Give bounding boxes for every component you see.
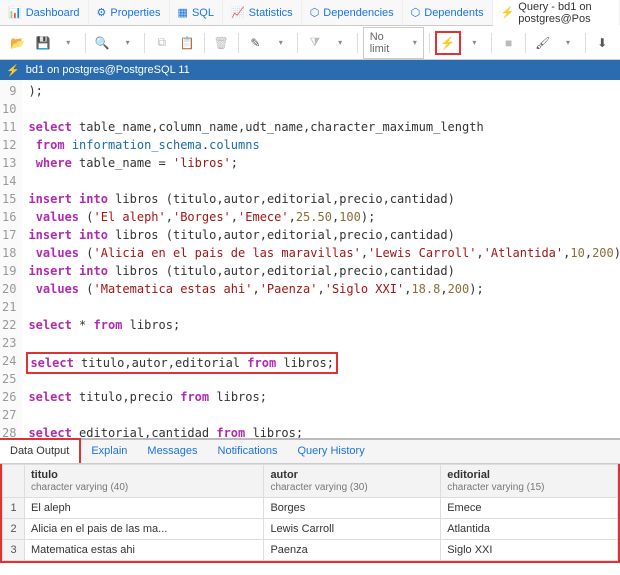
nav-tabs: 📊Dashboard⚙Properties▦SQL📈Statistics⬡Dep… — [0, 0, 620, 26]
tab-label: Properties — [110, 7, 160, 19]
cell[interactable]: Matematica estas ahi — [25, 540, 264, 561]
tab-label: SQL — [192, 7, 214, 19]
table-row[interactable]: 2Alicia en el pais de las ma...Lewis Car… — [3, 519, 618, 540]
tab-icon: ⚙ — [97, 6, 107, 19]
nav-tab-dependencies[interactable]: ⬡Dependencies — [302, 0, 403, 25]
output-panel-tabs: Data OutputExplainMessagesNotificationsQ… — [0, 438, 620, 464]
search-dropdown-icon[interactable]: ▾ — [116, 31, 139, 55]
execute-icon[interactable]: ⚡ — [437, 33, 459, 53]
nav-tab-properties[interactable]: ⚙Properties — [89, 0, 170, 25]
cell[interactable]: Borges — [264, 498, 441, 519]
table-row[interactable]: 1El alephBorgesEmece — [3, 498, 618, 519]
cell[interactable]: Atlantida — [441, 519, 618, 540]
col-header-titulo[interactable]: titulocharacter varying (40) — [25, 465, 264, 498]
table-row[interactable]: 3Matematica estas ahiPaenzaSiglo XXI — [3, 540, 618, 561]
tab-icon: ⚡ — [501, 6, 515, 19]
tab-icon: ⬡ — [310, 6, 320, 19]
trash-icon[interactable]: 🗑 — [210, 31, 233, 55]
row-number: 3 — [3, 540, 25, 561]
sql-editor[interactable]: 910111213141516171819202122232425262728 … — [0, 80, 620, 438]
edit-dropdown-icon[interactable]: ▾ — [269, 31, 292, 55]
tab-icon: 📈 — [231, 6, 245, 19]
connection-icon: ⚡ — [6, 64, 20, 77]
filter-icon[interactable]: ⧩ — [303, 31, 326, 55]
cell[interactable]: Alicia en el pais de las ma... — [25, 519, 264, 540]
nav-tab-dependents[interactable]: ⬡Dependents — [403, 0, 493, 25]
open-icon[interactable]: 📂 — [6, 31, 29, 55]
nav-tab-query[interactable]: ⚡Query - bd1 on postgres@Pos — [493, 0, 620, 26]
nav-tab-dashboard[interactable]: 📊 Dashboard — [0, 0, 89, 25]
connection-bar[interactable]: ⚡ bd1 on postgres@PostgreSQL 11 — [0, 60, 620, 80]
copy-icon[interactable]: ⧉ — [150, 31, 173, 55]
col-header-editorial[interactable]: editorialcharacter varying (15) — [441, 465, 618, 498]
tab-label: Dependencies — [323, 7, 393, 19]
tab-label: Dashboard — [26, 7, 80, 19]
cell[interactable]: Siglo XXI — [441, 540, 618, 561]
edit-icon[interactable]: ✎ — [244, 31, 267, 55]
col-header-autor[interactable]: autorcharacter varying (30) — [264, 465, 441, 498]
stop-icon[interactable]: ■ — [497, 31, 520, 55]
paste-icon[interactable]: 📋 — [175, 31, 198, 55]
tab-label: Dependents — [424, 7, 483, 19]
cell[interactable]: Lewis Carroll — [264, 519, 441, 540]
save-icon[interactable]: 💾 — [31, 31, 54, 55]
cell[interactable]: El aleph — [25, 498, 264, 519]
panel-tab-explain[interactable]: Explain — [81, 440, 137, 463]
nav-tab-sql[interactable]: ▦ SQL — [170, 0, 223, 25]
clear-icon[interactable]: 🖌 — [531, 31, 554, 55]
download-icon[interactable]: ⬇ — [591, 31, 614, 55]
panel-tab-data-output[interactable]: Data Output — [0, 438, 81, 463]
tab-icon: 📊 — [8, 6, 22, 19]
execute-dropdown-icon[interactable]: ▾ — [463, 31, 486, 55]
panel-tab-notifications[interactable]: Notifications — [208, 440, 288, 463]
tab-icon: ⬡ — [411, 6, 421, 19]
result-grid: titulocharacter varying (40)autorcharact… — [2, 464, 618, 561]
search-icon[interactable]: 🔍 — [91, 31, 114, 55]
row-limit-select[interactable]: No limit▾ — [363, 27, 424, 59]
row-number: 1 — [3, 498, 25, 519]
filter-dropdown-icon[interactable]: ▾ — [329, 31, 352, 55]
panel-tab-query-history[interactable]: Query History — [287, 440, 374, 463]
cell[interactable]: Emece — [441, 498, 618, 519]
line-gutter: 910111213141516171819202122232425262728 — [0, 80, 22, 438]
result-grid-wrap: titulocharacter varying (40)autorcharact… — [0, 464, 620, 563]
save-dropdown-icon[interactable]: ▾ — [57, 31, 80, 55]
tab-label: Statistics — [249, 7, 293, 19]
tab-label: Query - bd1 on postgres@Pos — [518, 1, 611, 25]
tab-icon: ▦ — [178, 6, 188, 19]
connection-label: bd1 on postgres@PostgreSQL 11 — [26, 64, 190, 76]
query-toolbar: 📂 💾 ▾ 🔍 ▾ ⧉ 📋 🗑 ✎ ▾ ⧩ ▾ No limit▾ ⚡ ▾ ■ … — [0, 26, 620, 60]
panel-tab-messages[interactable]: Messages — [137, 440, 207, 463]
row-number: 2 — [3, 519, 25, 540]
row-limit-label: No limit — [370, 31, 401, 55]
clear-dropdown-icon[interactable]: ▾ — [556, 31, 579, 55]
cell[interactable]: Paenza — [264, 540, 441, 561]
row-header-blank — [3, 465, 25, 498]
nav-tab-statistics[interactable]: 📈 Statistics — [223, 0, 302, 25]
code-area[interactable]: ); select table_name,column_name,udt_nam… — [22, 80, 620, 438]
